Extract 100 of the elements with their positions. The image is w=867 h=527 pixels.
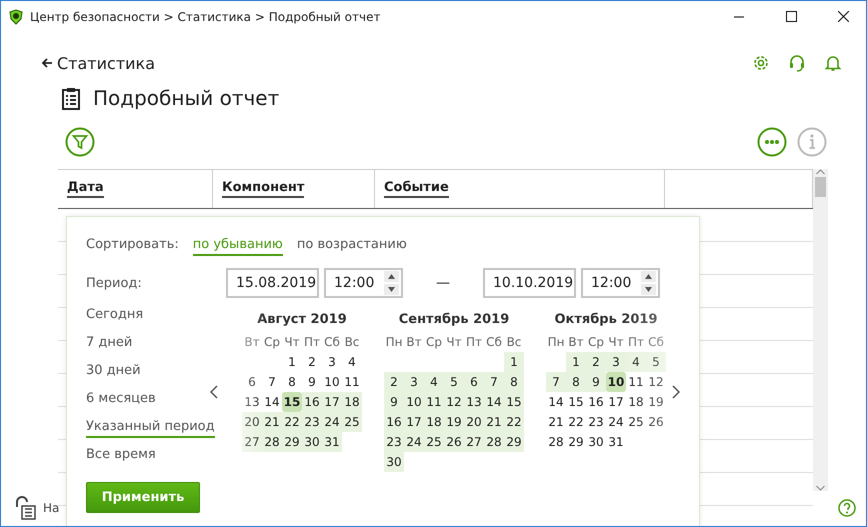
calendar-day[interactable]: 18: [626, 392, 646, 412]
calendar-day[interactable]: 16: [302, 392, 322, 412]
calendar-day[interactable]: 11: [626, 372, 646, 392]
help-button[interactable]: [838, 499, 856, 517]
spin-up-button[interactable]: [384, 271, 399, 282]
scrollbar[interactable]: [813, 169, 828, 491]
calendar-day[interactable]: 2: [302, 352, 322, 372]
calendar-day[interactable]: 3: [322, 352, 342, 372]
period-option[interactable]: 6 месяцев: [86, 391, 156, 410]
calendar-day[interactable]: 12: [444, 392, 464, 412]
calendar-day[interactable]: 25: [424, 432, 444, 452]
calendar-day[interactable]: 4: [626, 352, 646, 372]
calendar-day[interactable]: 16: [586, 392, 606, 412]
padlock-icon[interactable]: [13, 496, 37, 520]
calendar-day[interactable]: 28: [262, 432, 282, 452]
calendar-day[interactable]: 6: [242, 372, 262, 392]
calendar-day[interactable]: 15: [566, 392, 586, 412]
scrollbar-thumb[interactable]: [815, 177, 826, 197]
calendar-day[interactable]: 30: [384, 452, 404, 472]
calendar-day[interactable]: 24: [606, 412, 626, 432]
period-option[interactable]: Все время: [86, 447, 156, 466]
calendar-day[interactable]: 8: [504, 372, 524, 392]
calendar-day[interactable]: 14: [546, 392, 566, 412]
calendar-day[interactable]: 10: [606, 372, 626, 392]
period-option[interactable]: 7 дней: [86, 335, 132, 354]
notifications-bell-button[interactable]: [824, 54, 842, 72]
more-options-button[interactable]: [757, 127, 787, 157]
calendar-day[interactable]: 22: [504, 412, 524, 432]
calendar-day[interactable]: 1: [566, 352, 586, 372]
calendar-day[interactable]: 26: [646, 412, 666, 432]
calendar-day[interactable]: 17: [322, 392, 342, 412]
calendar-day[interactable]: 18: [424, 412, 444, 432]
calendar-day[interactable]: 7: [484, 372, 504, 392]
calendar-day[interactable]: 9: [302, 372, 322, 392]
calendar-day[interactable]: 8: [282, 372, 302, 392]
time-field[interactable]: 12:00: [581, 268, 660, 298]
next-month-button[interactable]: [672, 385, 680, 399]
calendar-day[interactable]: 26: [444, 432, 464, 452]
calendar-day[interactable]: 24: [322, 412, 342, 432]
calendar-day[interactable]: 27: [464, 432, 484, 452]
spin-down-button[interactable]: [384, 284, 399, 295]
support-headset-button[interactable]: [788, 54, 806, 72]
period-option[interactable]: Указанный период: [86, 419, 215, 438]
previous-month-button[interactable]: [210, 385, 218, 399]
calendar-day[interactable]: 20: [464, 412, 484, 432]
calendar-day[interactable]: 9: [384, 392, 404, 412]
date-field[interactable]: 10.10.2019: [483, 268, 576, 298]
calendar-day[interactable]: 5: [646, 352, 666, 372]
scroll-down-icon[interactable]: [816, 485, 825, 491]
column-header[interactable]: Дата: [67, 180, 104, 198]
calendar-day[interactable]: 7: [546, 372, 566, 392]
calendar-day[interactable]: 1: [504, 352, 524, 372]
info-button[interactable]: [797, 127, 827, 157]
calendar-day[interactable]: 20: [242, 412, 262, 432]
back-link[interactable]: Статистика: [41, 54, 752, 72]
scroll-up-icon[interactable]: [816, 169, 825, 175]
calendar-day[interactable]: 17: [404, 412, 424, 432]
calendar-day[interactable]: 14: [262, 392, 282, 412]
calendar-day[interactable]: 25: [626, 412, 646, 432]
calendar-day[interactable]: 1: [282, 352, 302, 372]
calendar-day[interactable]: 19: [444, 412, 464, 432]
calendar-day[interactable]: 22: [282, 412, 302, 432]
calendar-day[interactable]: 7: [262, 372, 282, 392]
calendar-day[interactable]: 31: [606, 432, 626, 452]
calendar-day[interactable]: 29: [282, 432, 302, 452]
calendar-day[interactable]: 9: [586, 372, 606, 392]
calendar-day[interactable]: 8: [566, 372, 586, 392]
column-header[interactable]: Компонент: [222, 180, 304, 198]
calendar-day[interactable]: 4: [342, 352, 362, 372]
calendar-day[interactable]: 6: [464, 372, 484, 392]
calendar-day[interactable]: 25: [342, 412, 362, 432]
calendar-day[interactable]: 28: [546, 432, 566, 452]
calendar-day[interactable]: 23: [384, 432, 404, 452]
calendar-day[interactable]: 10: [404, 392, 424, 412]
column-header[interactable]: Событие: [384, 180, 449, 198]
calendar-day[interactable]: 12: [646, 372, 666, 392]
calendar-day[interactable]: 15: [504, 392, 524, 412]
date-field[interactable]: 15.08.2019: [226, 268, 319, 298]
calendar-day[interactable]: 21: [262, 412, 282, 432]
calendar-day[interactable]: 13: [464, 392, 484, 412]
calendar-day[interactable]: 13: [242, 392, 262, 412]
spin-down-button[interactable]: [641, 284, 656, 295]
time-field[interactable]: 12:00: [324, 268, 403, 298]
calendar-day[interactable]: 5: [444, 372, 464, 392]
calendar-day[interactable]: 14: [484, 392, 504, 412]
calendar-day[interactable]: 29: [504, 432, 524, 452]
calendar-day[interactable]: 3: [606, 352, 626, 372]
calendar-day[interactable]: 11: [424, 392, 444, 412]
calendar-day[interactable]: 2: [384, 372, 404, 392]
calendar-day[interactable]: 3: [404, 372, 424, 392]
calendar-day[interactable]: 19: [646, 392, 666, 412]
calendar-day[interactable]: 10: [322, 372, 342, 392]
filter-button[interactable]: [65, 127, 95, 157]
calendar-day[interactable]: 4: [424, 372, 444, 392]
calendar-day[interactable]: 24: [404, 432, 424, 452]
calendar-day[interactable]: 30: [302, 432, 322, 452]
calendar-day[interactable]: 23: [302, 412, 322, 432]
sort-option[interactable]: по убыванию: [192, 237, 283, 256]
calendar-day[interactable]: 2: [586, 352, 606, 372]
calendar-day[interactable]: 30: [586, 432, 606, 452]
